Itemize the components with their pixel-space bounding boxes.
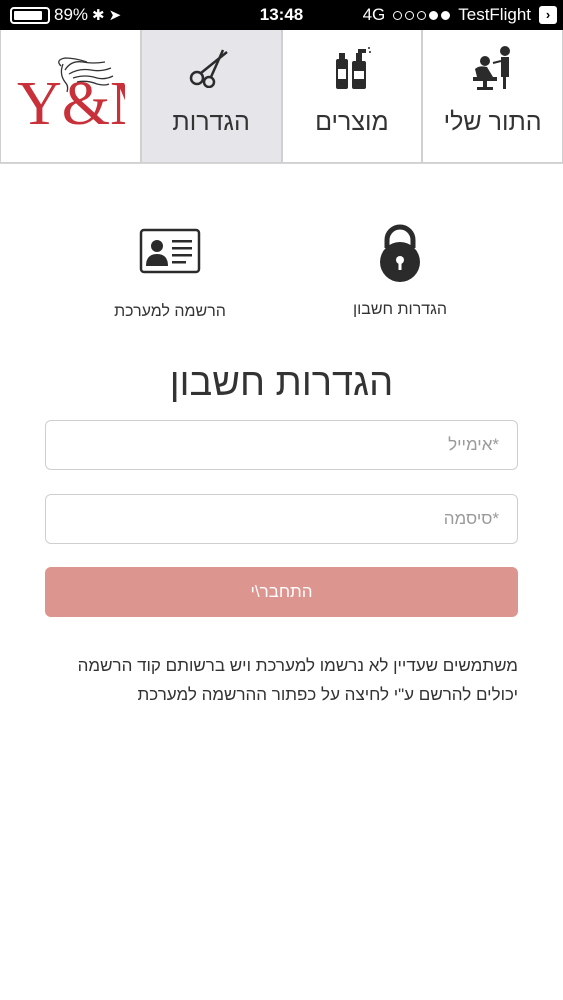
network-type: 4G: [362, 5, 386, 24]
tab-label: הגדרות: [172, 108, 250, 136]
tab-label: התור שלי: [443, 108, 542, 136]
account-settings-label: הגדרות חשבון: [352, 301, 448, 318]
products-icon: [332, 44, 372, 92]
carrier-name: TestFlight: [458, 5, 531, 24]
form-title: הגדרות חשבון: [169, 362, 394, 404]
email-field[interactable]: [45, 420, 518, 470]
top-nav: התור שלי מוצרים הגדרות Y&: [0, 30, 563, 164]
barber-chair-icon: [467, 44, 519, 92]
scissors-icon: [189, 44, 233, 92]
register-option[interactable]: הרשמה למערכת: [90, 228, 250, 321]
status-bar: 89% ✱ ➤ 13:48 4G TestFlight ›: [0, 0, 563, 30]
status-right: 4G TestFlight ›: [363, 5, 557, 25]
tab-my-appointment[interactable]: התור שלי: [422, 30, 563, 163]
account-settings-option[interactable]: הגדרות חשבון: [330, 222, 470, 319]
lock-icon: [380, 224, 420, 282]
tab-settings[interactable]: הגדרות: [140, 30, 282, 163]
signal-icon: [393, 10, 451, 20]
password-field[interactable]: [45, 494, 518, 544]
back-to-app-icon[interactable]: ›: [539, 6, 557, 24]
tab-label: מוצרים: [315, 108, 389, 136]
login-button[interactable]: התחבר\י: [45, 567, 518, 617]
logo-tab[interactable]: Y&M: [0, 30, 141, 163]
registration-info-text: משתמשים שעדיין לא נרשמו למערכת ויש ברשות…: [77, 656, 518, 704]
register-label: הרשמה למערכת: [114, 303, 226, 320]
tab-products[interactable]: מוצרים: [281, 30, 423, 163]
id-card-icon: [139, 228, 201, 274]
brand-logo: Y&M: [17, 57, 125, 136]
logo-text: Y&M: [17, 70, 125, 136]
